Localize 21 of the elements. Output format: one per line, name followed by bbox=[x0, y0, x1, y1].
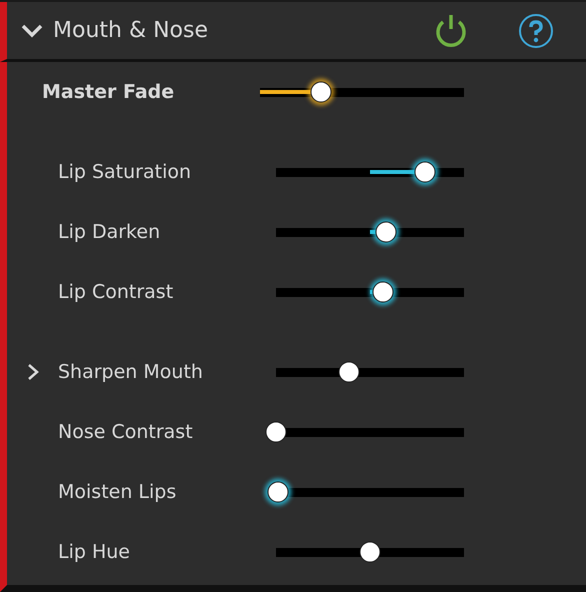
slider-thumb[interactable] bbox=[338, 362, 360, 382]
slider-label: Lip Darken bbox=[58, 221, 162, 243]
slider-label: Lip Hue bbox=[58, 541, 131, 563]
slider-thumb[interactable] bbox=[310, 82, 332, 102]
slider-label: Nose Contrast bbox=[58, 421, 194, 443]
slider-label: Lip Saturation bbox=[58, 161, 192, 183]
slider-thumb[interactable] bbox=[267, 482, 288, 502]
slider-label: Master Fade bbox=[42, 81, 176, 103]
slider-label: Moisten Lips bbox=[58, 481, 178, 503]
slider-thumb[interactable] bbox=[360, 542, 380, 562]
power-icon[interactable] bbox=[434, 12, 468, 48]
slider-thumb[interactable] bbox=[266, 422, 286, 442]
slider-thumb[interactable] bbox=[414, 162, 436, 182]
slider-label: Lip Contrast bbox=[58, 281, 174, 303]
slider-thumb[interactable] bbox=[372, 282, 394, 302]
slider-thumb[interactable] bbox=[375, 222, 396, 242]
help-icon[interactable] bbox=[518, 12, 554, 48]
chevron-down-icon[interactable] bbox=[21, 22, 43, 38]
chevron-right-icon[interactable] bbox=[26, 363, 38, 381]
slider-label: Sharpen Mouth bbox=[58, 361, 204, 383]
panel-title: Mouth & Nose bbox=[53, 18, 210, 43]
